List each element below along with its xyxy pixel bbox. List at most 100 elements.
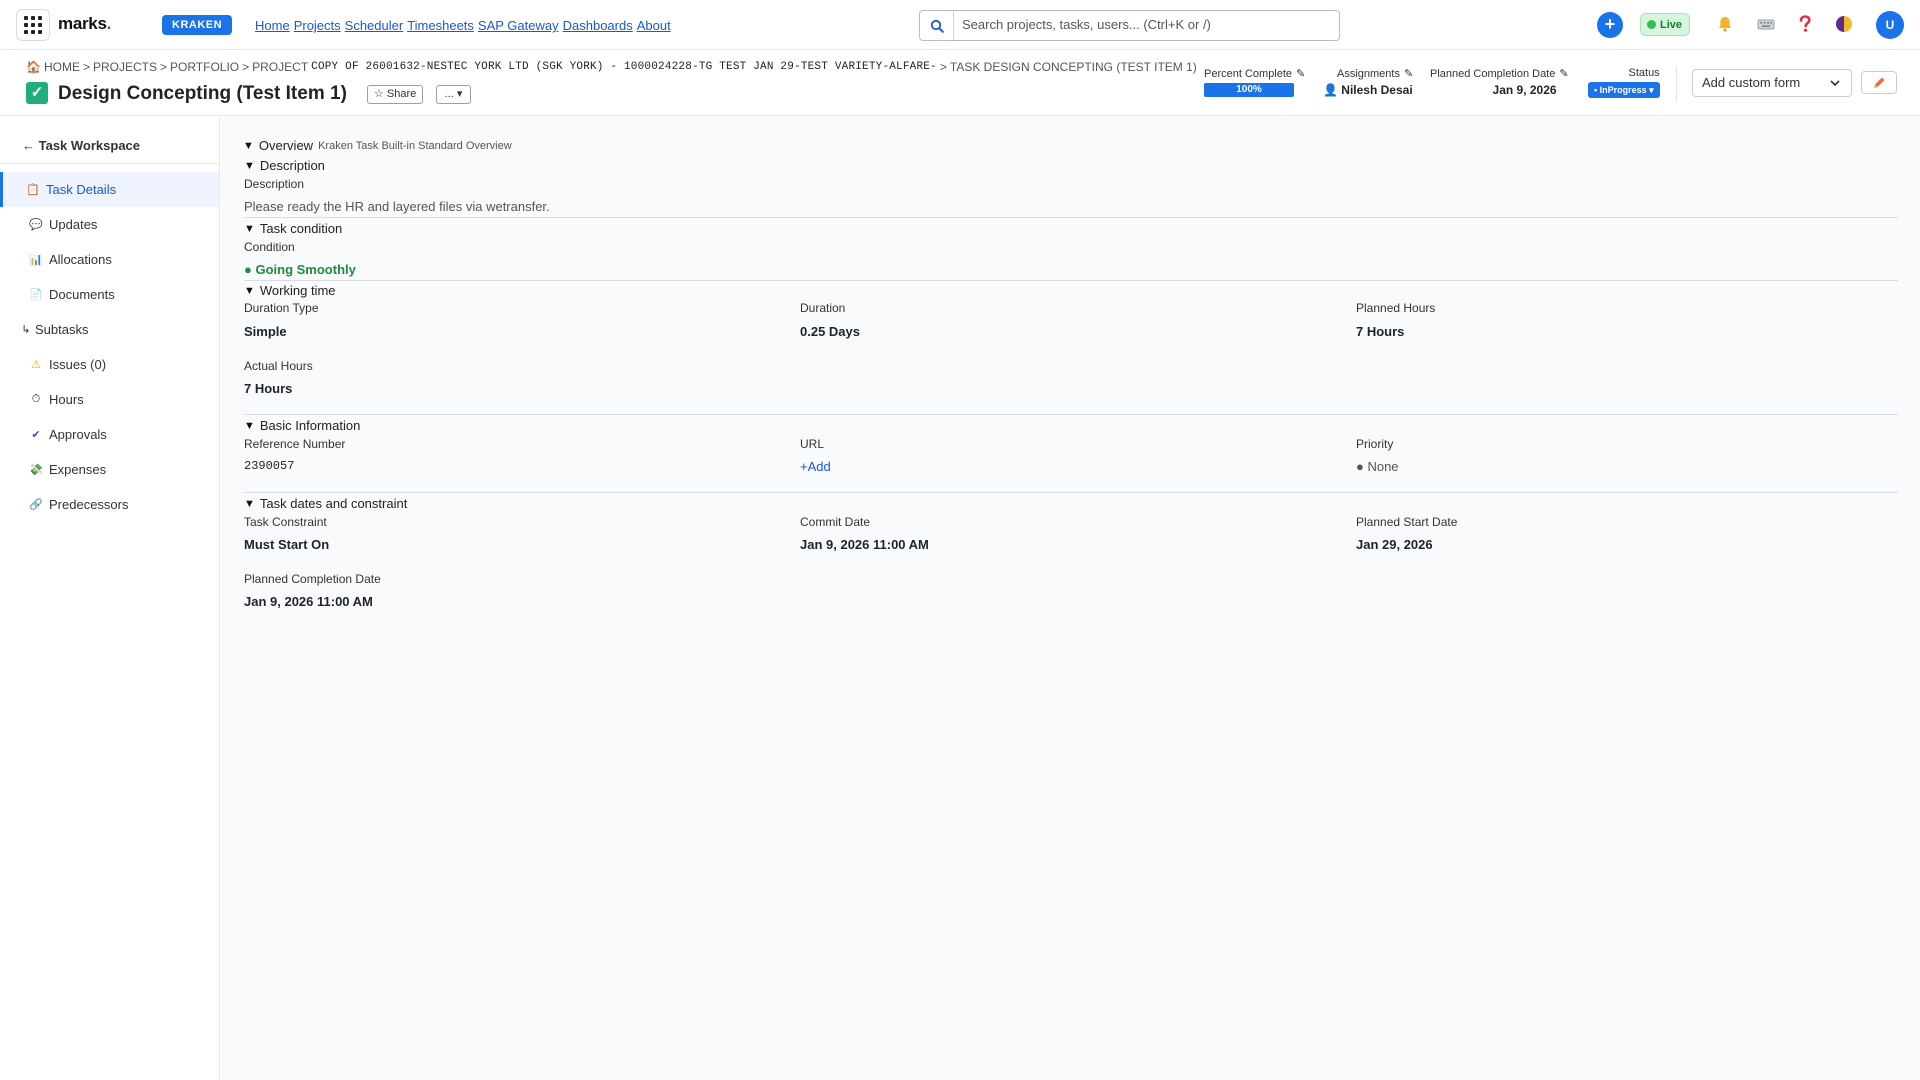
- planned-completion-date-value[interactable]: Jan 9, 2026 11:00 AM: [244, 594, 373, 609]
- task-constraint-value[interactable]: Must Start On: [244, 537, 329, 552]
- theme-toggle-icon[interactable]: [1834, 14, 1854, 34]
- condition-value[interactable]: ● Going Smoothly: [244, 262, 356, 277]
- planned-start-date-value[interactable]: Jan 29, 2026: [1356, 537, 1433, 552]
- percent-complete-bar[interactable]: 100%: [1204, 83, 1294, 97]
- actual-hours-label: Actual Hours: [244, 359, 313, 373]
- warning-icon: ⚠: [31, 359, 41, 371]
- logo[interactable]: marks.: [58, 14, 111, 34]
- menu-projects[interactable]: Projects: [294, 18, 341, 33]
- actual-hours-value[interactable]: 7 Hours: [244, 381, 292, 396]
- percent-complete: Percent Complete ✎ 100%: [1204, 67, 1306, 97]
- description-section-toggle[interactable]: ▼ Description: [244, 158, 325, 173]
- breadcrumb-projects[interactable]: PROJECTS: [93, 60, 157, 74]
- breadcrumb-home[interactable]: HOME: [44, 60, 80, 74]
- user-icon: 👤: [1323, 83, 1338, 97]
- money-icon: 💸: [29, 464, 43, 476]
- description-value[interactable]: Please ready the HR and layered files vi…: [244, 199, 550, 214]
- sidebar-item-allocations[interactable]: 📊 Allocations: [0, 242, 219, 277]
- app-grid-icon[interactable]: [16, 9, 50, 41]
- reference-number-value[interactable]: 2390057: [244, 459, 294, 473]
- url-label: URL: [800, 437, 825, 451]
- menu-home[interactable]: Home: [255, 18, 290, 33]
- commit-date-label: Commit Date: [800, 515, 871, 529]
- task-complete-check-icon[interactable]: ✓: [26, 82, 48, 104]
- commit-date-value[interactable]: Jan 9, 2026 11:00 AM: [800, 537, 929, 552]
- caret-down-icon: ▼: [243, 139, 254, 152]
- planned-hours-label: Planned Hours: [1356, 301, 1436, 315]
- search-box: [919, 10, 1340, 41]
- checkmark-icon: ✔: [31, 429, 41, 441]
- divider: [0, 163, 220, 164]
- home-icon[interactable]: 🏠: [26, 60, 41, 74]
- breadcrumb-project-prefix: PROJECT: [252, 60, 309, 74]
- add-url-link[interactable]: +Add: [800, 459, 831, 474]
- basic-information-section-toggle[interactable]: ▼ Basic Information: [244, 418, 360, 433]
- divider: [244, 217, 1898, 218]
- task-workspace-back-link[interactable]: ← Task Workspace: [22, 138, 140, 153]
- menu-scheduler[interactable]: Scheduler: [345, 18, 404, 33]
- link-icon: 🔗: [29, 499, 43, 511]
- chat-icon: 💬: [29, 219, 43, 231]
- top-menu: Home Projects Scheduler Timesheets SAP G…: [255, 18, 671, 33]
- brand-badge[interactable]: KRAKEN: [162, 15, 233, 35]
- assignments: Assignments ✎ 👤 Nilesh Desai: [1323, 67, 1414, 98]
- planned-start-date-label: Planned Start Date: [1356, 515, 1458, 529]
- status: Status • InProgress ▾: [1588, 67, 1660, 98]
- more-actions-button[interactable]: ... ▾: [436, 85, 471, 104]
- breadcrumb: 🏠 HOME > PROJECTS > PORTFOLIO > PROJECT …: [26, 60, 1197, 74]
- pencil-icon[interactable]: ✎: [1296, 67, 1305, 80]
- planned-hours-value[interactable]: 7 Hours: [1356, 324, 1404, 339]
- edit-button[interactable]: [1861, 71, 1897, 94]
- menu-about[interactable]: About: [637, 18, 671, 33]
- working-time-section-toggle[interactable]: ▼ Working time: [244, 283, 336, 298]
- clipboard-icon: 📋: [26, 184, 40, 196]
- assignee-name[interactable]: Nilesh Desai: [1341, 83, 1412, 97]
- search-input[interactable]: [962, 17, 1322, 32]
- menu-timesheets[interactable]: Timesheets: [407, 18, 474, 33]
- live-dot-icon: [1647, 20, 1656, 29]
- menu-sap-gateway[interactable]: SAP Gateway: [478, 18, 559, 33]
- caret-down-icon: ▼: [244, 284, 255, 297]
- divider: [1676, 66, 1677, 102]
- menu-dashboards[interactable]: Dashboards: [563, 18, 633, 33]
- sidebar-item-expenses[interactable]: 💸 Expenses: [0, 452, 219, 487]
- subtask-icon: ↳: [21, 324, 31, 336]
- breadcrumb-task: TASK DESIGN CONCEPTING (TEST ITEM 1): [949, 60, 1197, 74]
- bell-icon[interactable]: [1715, 14, 1735, 34]
- priority-label: Priority: [1356, 437, 1394, 451]
- sidebar-item-hours[interactable]: ⏱ Hours: [0, 382, 219, 417]
- custom-form-select[interactable]: Add custom form: [1692, 69, 1852, 97]
- top-nav: marks. KRAKEN Home Projects Scheduler Ti…: [0, 0, 1920, 50]
- pencil-icon[interactable]: ✎: [1404, 67, 1413, 80]
- sidebar-item-task-details[interactable]: 📋 Task Details: [0, 172, 219, 207]
- sidebar-item-predecessors[interactable]: 🔗 Predecessors: [0, 487, 219, 522]
- overview-subtitle: Kraken Task Built-in Standard Overview: [318, 139, 512, 152]
- sidebar-item-issues[interactable]: ⚠ Issues (0): [0, 347, 219, 382]
- share-button[interactable]: ☆ Share: [367, 85, 424, 104]
- breadcrumb-project[interactable]: COPY OF 26001632-NESTEC YORK LTD (SGK YO…: [311, 61, 937, 73]
- breadcrumb-portfolio[interactable]: PORTFOLIO: [170, 60, 239, 74]
- search-icon[interactable]: [920, 11, 954, 40]
- pencil-icon: [1874, 77, 1885, 88]
- live-toggle[interactable]: Live: [1640, 13, 1691, 36]
- task-dates-section-toggle[interactable]: ▼ Task dates and constraint: [244, 496, 407, 511]
- overview-section-toggle[interactable]: ▼ Overview Kraken Task Built-in Standard…: [243, 138, 512, 153]
- help-icon[interactable]: [1795, 14, 1815, 34]
- user-avatar[interactable]: U: [1876, 11, 1904, 39]
- priority-value[interactable]: ● None: [1356, 459, 1399, 474]
- keyboard-icon[interactable]: [1756, 14, 1776, 34]
- sidebar-item-approvals[interactable]: ✔ Approvals: [0, 417, 219, 452]
- task-condition-section-toggle[interactable]: ▼ Task condition: [244, 221, 342, 236]
- duration-type-value[interactable]: Simple: [244, 324, 287, 339]
- create-button[interactable]: +: [1597, 12, 1623, 38]
- status-badge[interactable]: • InProgress ▾: [1588, 82, 1660, 98]
- pencil-icon[interactable]: ✎: [1559, 67, 1568, 80]
- planned-completion-date: Planned Completion Date ✎ Jan 9, 2026: [1430, 67, 1569, 98]
- planned-completion-date-label: Planned Completion Date: [244, 572, 381, 586]
- sidebar-item-subtasks[interactable]: ↳ Subtasks: [0, 312, 219, 347]
- task-constraint-label: Task Constraint: [244, 515, 327, 529]
- sidebar-item-updates[interactable]: 💬 Updates: [0, 207, 219, 242]
- sidebar-item-documents[interactable]: 📄 Documents: [0, 277, 219, 312]
- duration-value[interactable]: 0.25 Days: [800, 324, 860, 339]
- chevron-down-icon: [1829, 70, 1841, 106]
